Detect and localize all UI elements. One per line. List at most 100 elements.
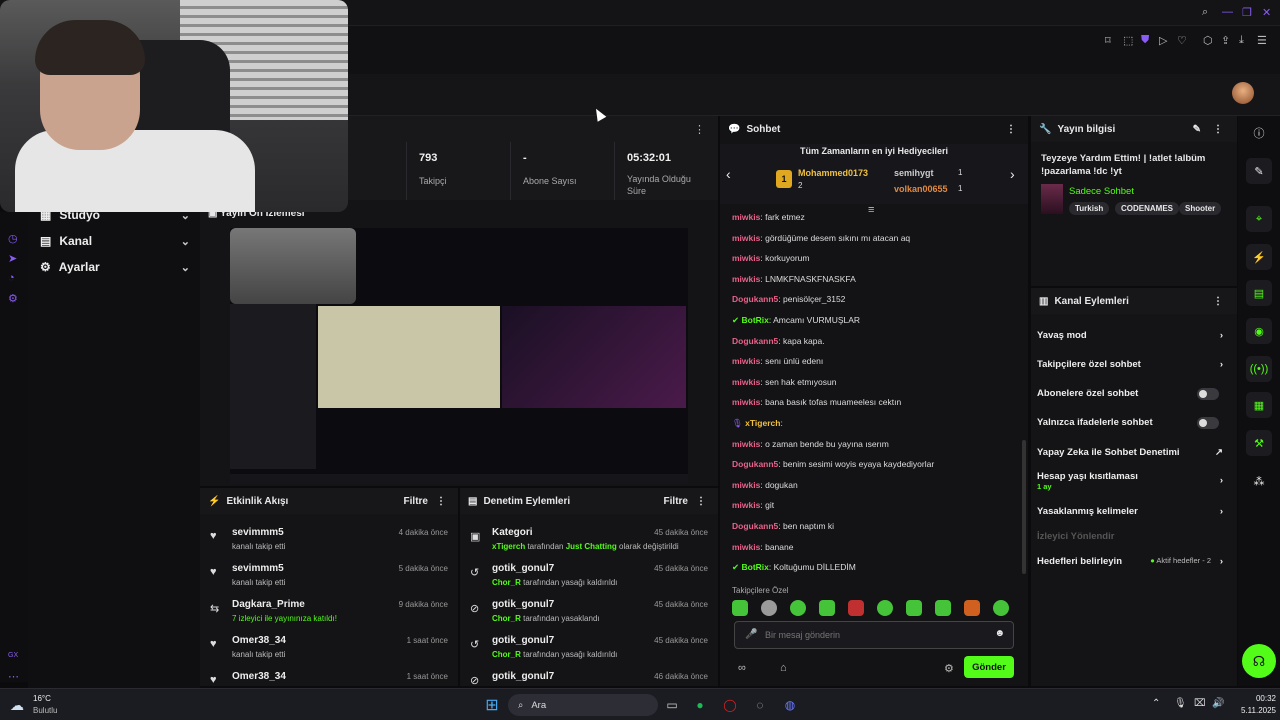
chat-bubble-icon[interactable]: ◉ [1246, 318, 1272, 344]
network-icon[interactable]: ⌧ [1194, 698, 1206, 709]
filter-button[interactable]: Filtre [404, 496, 428, 507]
emote-icon[interactable] [964, 600, 980, 616]
emote-only-toggle[interactable] [1197, 417, 1219, 429]
layout-icon[interactable]: ▦ [1246, 392, 1272, 418]
focus-icon[interactable]: ⌖ [1246, 206, 1272, 232]
clock-icon[interactable]: ◷ [8, 232, 18, 245]
screenshot-icon[interactable]: ⬚ [1123, 34, 1133, 47]
close-icon[interactable]: ✕ [1262, 6, 1271, 19]
app-icon[interactable]: ◌ [750, 695, 770, 715]
weather-temp[interactable]: 16°C [33, 694, 51, 703]
play-icon[interactable]: ▷ [1159, 34, 1167, 47]
chat-bubble-icon[interactable]: ◔ [8, 272, 15, 284]
chat-username[interactable]: Dogukann5 [732, 521, 778, 531]
bookmark-icon[interactable]: ⌑ [1105, 34, 1111, 47]
chat-username[interactable]: miwkis [732, 356, 760, 366]
action-followers-only[interactable]: Takipçilere özel sohbet › [1037, 359, 1229, 370]
chat-username[interactable]: Dogukann5 [732, 336, 778, 346]
chat-username[interactable]: miwkis [732, 377, 760, 387]
activity-user[interactable]: Omer38_34 [232, 635, 286, 646]
emote-icon[interactable] [906, 600, 922, 616]
search-icon[interactable]: ⌕ [1202, 6, 1208, 19]
chat-input-box[interactable]: 🎤 ☻ [734, 621, 1014, 649]
emote-icon[interactable] [877, 600, 893, 616]
tray-chevron-icon[interactable]: ⌃ [1152, 698, 1160, 709]
emote-icon[interactable] [732, 600, 748, 616]
document-icon[interactable]: ▤ [1246, 280, 1272, 306]
opera-gx-icon[interactable]: ◯ [720, 695, 740, 715]
chat-username[interactable]: BotRix [741, 562, 768, 572]
chat-username[interactable]: miwkis [732, 542, 760, 552]
moderation-row-title[interactable]: gotik_gonul7 [492, 599, 554, 610]
activity-user[interactable]: Dagkara_Prime [232, 599, 305, 610]
more-options-icon[interactable]: ⋮ [436, 496, 446, 507]
windows-start-icon[interactable]: ⊞ [482, 695, 502, 715]
activity-user[interactable]: sevimmm5 [232, 563, 284, 574]
send-button[interactable]: Gönder [964, 656, 1014, 678]
store-icon[interactable]: ⌂ [780, 662, 787, 674]
chat-username[interactable]: miwkis [732, 397, 760, 407]
subscribers-only-toggle[interactable] [1197, 388, 1219, 400]
more-options-icon[interactable]: ⋮ [1213, 124, 1223, 135]
activity-user[interactable]: Omer38_34 [232, 671, 286, 682]
chat-username[interactable]: BotRix [741, 315, 768, 325]
infinity-icon[interactable]: ∞ [738, 662, 746, 674]
taskbar-search[interactable]: ⌕ Ara [508, 694, 658, 716]
preview-video[interactable] [230, 228, 688, 484]
action-banned-words[interactable]: Yasaklanmış kelimeler › [1037, 506, 1229, 517]
emote-icon[interactable] [993, 600, 1009, 616]
microphone-icon[interactable]: 🎤 [745, 629, 757, 640]
more-options-icon[interactable]: ⋮ [1213, 296, 1223, 307]
tag[interactable]: CODENAMES [1115, 202, 1180, 215]
chat-username[interactable]: miwkis [732, 480, 760, 490]
mic-tray-icon[interactable]: 🎙 [1174, 698, 1187, 709]
emote-icon[interactable] [935, 600, 951, 616]
moderation-row-title[interactable]: gotik_gonul7 [492, 671, 554, 682]
clock-time[interactable]: 00:32 [1236, 694, 1276, 703]
action-ai-moderation[interactable]: Yapay Zeka ile Sohbet Denetimi ↗ [1037, 447, 1229, 458]
wrench-icon[interactable]: ⚒ [1246, 430, 1272, 456]
sidebar-item-channel[interactable]: ▤ Kanal ⌄ [40, 228, 190, 254]
bolt-icon[interactable]: ⚡ [1246, 244, 1272, 270]
chat-username[interactable]: miwkis [732, 233, 760, 243]
filter-button[interactable]: Filtre [664, 496, 688, 507]
discord-icon[interactable]: ◍ [780, 695, 800, 715]
send-icon[interactable]: ➤ [8, 252, 17, 265]
action-account-age[interactable]: Hesap yaşı kısıtlaması › 1 ay [1037, 471, 1229, 491]
maximize-icon[interactable]: ❐ [1242, 6, 1252, 19]
shapes-icon[interactable]: ⁂ [1246, 468, 1272, 494]
chat-username[interactable]: Dogukann5 [732, 294, 778, 304]
action-slow-mode[interactable]: Yavaş mod › [1037, 330, 1229, 341]
emote-icon[interactable] [761, 600, 777, 616]
pencil-icon[interactable]: ✎ [1193, 124, 1201, 135]
moderation-row-title[interactable]: gotik_gonul7 [492, 635, 554, 646]
volume-icon[interactable]: 🔊 [1212, 698, 1224, 709]
minimize-icon[interactable]: — [1222, 6, 1233, 18]
chat-username[interactable]: miwkis [732, 212, 760, 222]
chat-username[interactable]: miwkis [732, 253, 760, 263]
chat-username[interactable]: miwkis [732, 439, 760, 449]
sidebar-item-settings[interactable]: ⚙ Ayarlar ⌄ [40, 254, 190, 280]
emote-icon[interactable] [790, 600, 806, 616]
emote-icon[interactable] [819, 600, 835, 616]
task-view-icon[interactable]: ▭ [662, 695, 682, 715]
more-options-icon[interactable]: ⋮ [696, 496, 706, 507]
chat-username[interactable]: miwkis [732, 274, 760, 284]
more-icon[interactable]: ⋯ [8, 670, 19, 683]
category-link[interactable]: Sadece Sohbet [1069, 186, 1134, 197]
shield-icon[interactable]: ⛊ [1141, 34, 1149, 47]
emote-icon[interactable] [848, 600, 864, 616]
chat-scrollbar[interactable] [1022, 440, 1026, 574]
broadcast-icon[interactable]: ((•)) [1246, 356, 1272, 382]
share-icon[interactable]: ⇪ [1221, 34, 1230, 47]
download-icon[interactable]: ⤓ [1239, 34, 1244, 47]
chat-username[interactable]: miwkis [732, 500, 760, 510]
avatar[interactable] [1232, 82, 1254, 104]
chat-username[interactable]: xTigerch [745, 418, 780, 428]
chat-input[interactable] [765, 627, 985, 643]
tag[interactable]: Turkish [1069, 202, 1110, 215]
info-icon[interactable]: ⓘ [1246, 120, 1272, 146]
menu-icon[interactable]: ☰ [1257, 34, 1267, 47]
more-options-icon[interactable]: ⋮ [694, 123, 705, 136]
moderation-row-title[interactable]: gotik_gonul7 [492, 563, 554, 574]
